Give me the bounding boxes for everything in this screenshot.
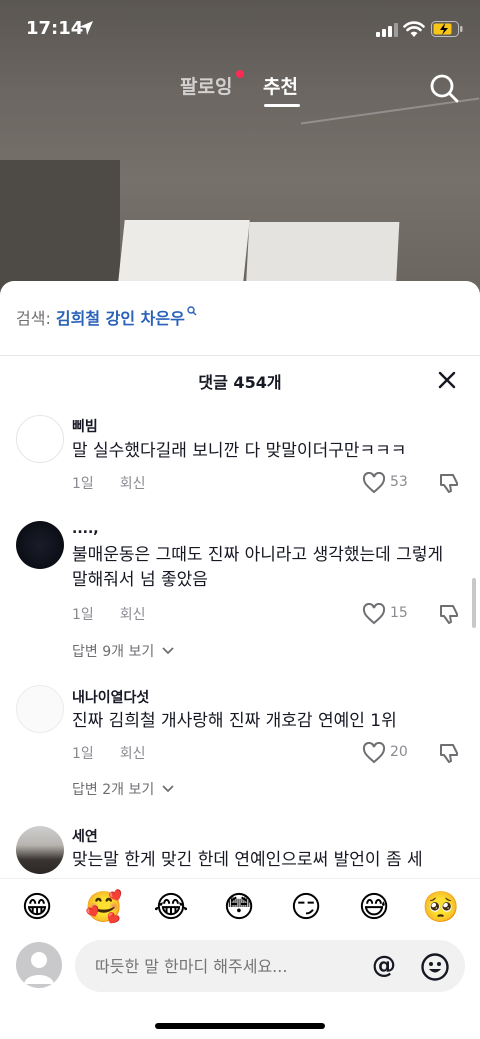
comment-meta: 1일 회신 [72,473,146,493]
comment-item: 세연 맞는말 한게 맞긴 한데 연예인으로써 발언이 좀 세 [0,826,480,878]
active-tab-indicator [264,104,300,107]
like-count: 53 [390,474,408,490]
comment-username[interactable]: 세연 [72,826,98,846]
comment-text: 불매운동은 그때도 진짜 아니라고 생각했는데 그렇게 말해줘서 넘 좋았음 [72,545,444,590]
search-suggestion-term: 김희철 강인 차은우 [55,309,185,328]
tab-for-you[interactable]: 추천 [263,72,298,99]
comment-meta: 1일 회신 [72,743,146,763]
avatar[interactable] [16,826,64,874]
top-nav: 팔로잉 추천 [0,70,480,110]
comment-username[interactable]: ...., [72,521,99,537]
search-suggestion-prefix: 검색: [16,309,56,328]
emoji-sweat-button[interactable]: 😅 [355,889,393,927]
avatar[interactable] [16,521,64,569]
close-icon[interactable] [436,369,458,391]
like-count: 20 [390,744,408,760]
search-suggestion[interactable]: 검색: 김희철 강인 차은우 [16,305,197,329]
comment-time: 1일 [72,746,94,762]
chevron-down-icon [162,785,174,793]
emoji-hearts-button[interactable]: 🥰 [85,889,123,927]
search-icon[interactable] [428,72,460,104]
comment-text: 진짜 김희철 개사랑해 진짜 개호감 연예인 1위 [72,711,397,731]
comment-input-bar: @ [0,938,480,998]
view-replies-button[interactable]: 답변 9개 보기 [72,641,175,661]
scrollbar[interactable] [472,578,476,628]
cellular-signal-icon [376,23,398,37]
emoji-picker-icon[interactable] [420,952,450,982]
status-time: 17:14 [26,18,84,39]
emoji-laugh-button[interactable]: 😂 [152,889,190,927]
location-arrow-icon [79,21,93,35]
comments-sheet: 검색: 김희철 강인 차은우 댓글 454개 삐빔 말 실수했다길래 보니깐 다… [0,281,480,1039]
reply-button[interactable]: 회신 [120,607,146,623]
default-avatar-icon [24,952,54,984]
comment-username[interactable]: 내나이열다섯 [72,687,149,707]
heart-icon[interactable] [362,603,386,625]
notification-dot [236,70,244,78]
emoji-quick-bar: 😁 🥰 😂 😳 😏 😅 🥺 [0,878,480,938]
reply-button[interactable]: 회신 [120,746,146,762]
view-replies-button[interactable]: 답변 2개 보기 [72,779,175,799]
video-wall [0,160,120,300]
heart-icon[interactable] [362,742,386,764]
thumbs-down-icon[interactable] [438,471,462,495]
emoji-smirk-button[interactable]: 😏 [287,889,325,927]
like-count: 15 [390,605,408,621]
comment-username[interactable]: 삐빔 [72,416,98,436]
divider [0,355,480,356]
avatar[interactable] [16,415,64,463]
comment-text: 말 실수했다길래 보니깐 다 맞말이더구만ㅋㅋㅋ [72,441,407,461]
battery-icon [431,21,463,37]
tab-following[interactable]: 팔로잉 [180,72,232,99]
comment-count-title: 댓글 454개 [198,373,282,392]
thumbs-down-icon[interactable] [438,602,462,626]
comment-input[interactable] [75,940,465,992]
comment-time: 1일 [72,476,94,492]
emoji-pleading-button[interactable]: 🥺 [422,889,460,927]
status-bar: 17:14 [0,0,480,60]
comment-text: 맞는말 한게 맞긴 한데 연예인으로써 발언이 좀 세 [72,850,423,870]
view-replies-label: 답변 9개 보기 [72,644,155,660]
heart-icon[interactable] [362,472,386,494]
avatar[interactable] [16,685,64,733]
emoji-flushed-button[interactable]: 😳 [220,889,258,927]
reply-button[interactable]: 회신 [120,476,146,492]
search-small-icon [187,306,197,316]
comment-time: 1일 [72,607,94,623]
wifi-icon [403,21,425,37]
emoji-grin-button[interactable]: 😁 [18,889,56,927]
thumbs-down-icon[interactable] [438,741,462,765]
comment-meta: 1일 회신 [72,604,146,624]
view-replies-label: 답변 2개 보기 [72,782,155,798]
chevron-down-icon [162,647,174,655]
my-avatar[interactable] [16,942,62,988]
home-indicator[interactable] [155,1023,325,1029]
mention-button[interactable]: @ [372,951,396,979]
